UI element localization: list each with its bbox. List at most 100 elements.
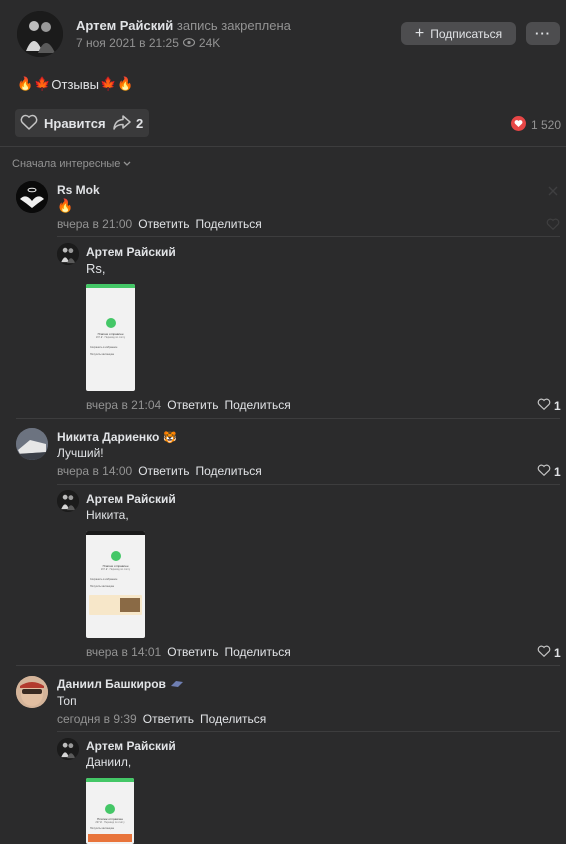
tiger-badge-icon: 🐯	[163, 431, 178, 444]
reply-text: Rs,	[86, 261, 106, 276]
reply-time[interactable]: вчера в 14:01	[86, 645, 161, 659]
reply-meta: вчера в 14:01 Ответить Поделиться	[86, 645, 297, 659]
reply-like-button[interactable]: 1	[537, 645, 561, 660]
comment-text: Лучший!	[57, 446, 104, 460]
payment-screenshot-image[interactable]: Платеж отправлен 297 ₽ · Перевод по счёт…	[86, 531, 145, 638]
badge-icon	[170, 677, 184, 691]
subscribe-label: Подписаться	[430, 26, 503, 41]
more-button[interactable]: ···	[526, 22, 560, 45]
thumb-row: Сохранить в избранное	[90, 578, 118, 581]
payment-screenshot-image[interactable]: Платеж отправлен 297 ₽ · Перевод по счёт…	[86, 778, 134, 844]
post-text: Отзывы	[51, 76, 99, 92]
comments-sort-dropdown[interactable]: Сначала интересные	[12, 158, 131, 170]
thumb-row: Сохранить в избранное	[90, 346, 118, 349]
reply-author[interactable]: Артем Райский	[86, 739, 176, 753]
thumb-sub: 297 ₽ · Перевод по счёту	[95, 821, 125, 824]
commenter-avatar[interactable]	[16, 428, 48, 460]
comment-time[interactable]: вчера в 14:00	[57, 464, 132, 478]
promo-banner	[88, 834, 132, 842]
thumb-row: Получить квитанцию	[90, 353, 115, 356]
thumb-row: Получить квитанцию	[90, 827, 115, 830]
share-count: 2	[136, 116, 144, 131]
commenter-avatar[interactable]	[16, 676, 48, 708]
share-comment-button[interactable]: Поделиться	[195, 464, 261, 478]
pinned-note: запись закреплена	[176, 18, 291, 33]
thumb-sub: 297 ₽ · Перевод по счёту	[95, 336, 126, 339]
payment-screenshot-image[interactable]: Платеж отправлен 297 ₽ · Перевод по счёт…	[86, 284, 135, 391]
author-name: Никита Дариенко	[57, 430, 160, 444]
share-comment-button[interactable]: Поделиться	[200, 712, 266, 726]
reply-author-avatar[interactable]	[57, 738, 79, 760]
share-button[interactable]: 2	[113, 114, 143, 133]
reply-author[interactable]: Артем Райский	[86, 245, 176, 259]
views-icon	[182, 36, 196, 50]
share-comment-button[interactable]: Поделиться	[195, 217, 261, 231]
comment-text: 🔥	[57, 198, 74, 213]
comment-meta: вчера в 21:00 Ответить Поделиться	[57, 217, 268, 231]
close-icon[interactable]	[548, 184, 558, 199]
reply-button[interactable]: Ответить	[138, 464, 189, 478]
comment-time[interactable]: вчера в 21:00	[57, 217, 132, 231]
divider	[16, 665, 560, 666]
reply-author-avatar[interactable]	[57, 490, 79, 512]
subscribe-button[interactable]: + Подписаться	[401, 22, 516, 45]
chevron-down-icon	[123, 158, 131, 170]
reply-time[interactable]: вчера в 21:04	[86, 398, 161, 412]
heart-icon	[20, 114, 38, 133]
reactions[interactable]: 1 520	[511, 116, 561, 134]
like-count: 1	[554, 464, 561, 479]
reply-button[interactable]: Ответить	[138, 217, 189, 231]
heart-icon	[537, 398, 551, 413]
thumb-sub: 297 ₽ · Перевод по счёту	[100, 568, 131, 571]
post-date[interactable]: 7 ноя 2021 в 21:25	[76, 36, 179, 50]
fire-emoji-icon: 🔥	[17, 76, 34, 91]
thumb-row: Получить квитанцию	[90, 585, 115, 588]
promo-banner	[89, 595, 142, 615]
commenter-avatar[interactable]	[16, 181, 48, 213]
author-avatar[interactable]	[17, 11, 63, 57]
share-comment-button[interactable]: Поделиться	[224, 398, 290, 412]
views-count: 24K	[198, 36, 221, 50]
like-button[interactable]: Нравится	[20, 114, 106, 133]
like-count: 1	[554, 398, 561, 413]
heart-icon	[537, 464, 551, 479]
divider	[57, 484, 560, 485]
divider	[0, 146, 566, 147]
maple-leaf-icon: 🍁	[34, 76, 51, 91]
comment-author[interactable]: Даниил Башкиров	[57, 677, 184, 691]
comment-author[interactable]: Rs Mok	[57, 183, 100, 197]
divider	[57, 731, 560, 732]
comment-like-icon[interactable]	[546, 218, 560, 233]
reply-button[interactable]: Ответить	[143, 712, 194, 726]
reply-like-button[interactable]: 1	[537, 398, 561, 413]
divider	[16, 418, 560, 419]
fire-emoji-icon: 🔥	[117, 76, 134, 91]
share-icon	[113, 114, 131, 133]
comment-meta: сегодня в 9:39 Ответить Поделиться	[57, 712, 272, 726]
like-label: Нравится	[44, 116, 106, 131]
plus-icon: +	[414, 24, 425, 42]
share-comment-button[interactable]: Поделиться	[224, 645, 290, 659]
reply-meta: вчера в 21:04 Ответить Поделиться	[86, 398, 297, 412]
comment-author[interactable]: Никита Дариенко 🐯	[57, 430, 177, 444]
reaction-heart-icon	[511, 116, 526, 134]
reply-text: Никита,	[86, 508, 129, 522]
reactions-count: 1 520	[531, 118, 562, 132]
comment-time[interactable]: сегодня в 9:39	[57, 712, 137, 726]
author-name: Даниил Башкиров	[57, 677, 166, 691]
reply-button[interactable]: Ответить	[167, 398, 218, 412]
reply-text: Даниил,	[86, 755, 132, 769]
post-text-row: 🔥 🍁 Отзывы 🍁 🔥	[17, 76, 133, 92]
reply-author[interactable]: Артем Райский	[86, 492, 176, 506]
comment-text: Топ	[57, 694, 77, 708]
like-count: 1	[554, 645, 561, 660]
post-author-name[interactable]: Артем Райский	[76, 18, 173, 33]
comment-meta: вчера в 14:00 Ответить Поделиться	[57, 464, 268, 478]
divider	[57, 236, 560, 237]
heart-icon	[537, 645, 551, 660]
sort-label: Сначала интересные	[12, 158, 121, 170]
reply-button[interactable]: Ответить	[167, 645, 218, 659]
comment-like-button[interactable]: 1	[537, 464, 561, 479]
reply-author-avatar[interactable]	[57, 243, 79, 265]
maple-leaf-icon: 🍁	[100, 76, 117, 91]
